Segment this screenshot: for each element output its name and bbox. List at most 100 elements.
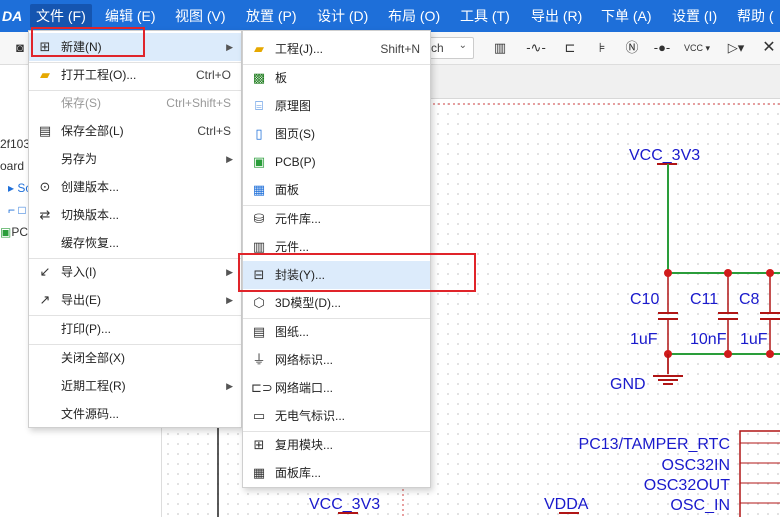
panel-library-icon: ▦ — [252, 465, 266, 480]
menu-export[interactable]: 导出 (R) — [525, 0, 588, 32]
tree-item-board[interactable]: oard — [0, 159, 24, 173]
c10-value: 1uF — [630, 331, 658, 348]
menu-view[interactable]: 视图 (V) — [169, 0, 232, 32]
menu-tools[interactable]: 工具 (T) — [454, 0, 516, 32]
new-net-port[interactable]: ⊏⊃ 网络端口... — [243, 374, 430, 402]
c8-label: C8 — [739, 291, 760, 308]
folder-icon: ▰ — [40, 67, 50, 82]
menu-item-label: 近期工程(R) — [61, 379, 126, 393]
file-menu-switch-version[interactable]: ⇄ 切换版本... — [29, 201, 241, 229]
component-tool-icon[interactable]: ▥ — [490, 38, 510, 58]
junction-tool-icon[interactable]: -●- — [652, 38, 672, 58]
file-menu-recent[interactable]: 近期工程(R) ▶ — [29, 372, 241, 400]
junction-dot — [724, 350, 732, 358]
menu-layout[interactable]: 布局 (O) — [382, 0, 446, 32]
c11-value: 10nF — [690, 331, 727, 348]
junction-dot — [766, 350, 774, 358]
port-tool-icon[interactable]: ▷▾ — [722, 38, 750, 58]
new-pcb[interactable]: ▣ PCB(P) — [243, 148, 430, 176]
file-menu-print[interactable]: 打印(P)... — [29, 315, 241, 343]
board-icon: ▩ — [252, 70, 266, 85]
menu-item-label: 原理图 — [275, 99, 312, 113]
submenu-arrow-icon: ▶ — [226, 295, 233, 305]
menu-item-label: 导出(E) — [61, 293, 101, 307]
submenu-arrow-icon: ▶ — [226, 381, 233, 391]
netlabel-tool-icon[interactable]: Ⓝ — [622, 38, 642, 58]
new-reuse-block[interactable]: ⊞ 复用模块... — [243, 431, 430, 459]
menu-item-label: PCB(P) — [275, 155, 316, 169]
menu-item-shortcut: Ctrl+Shift+S — [166, 96, 231, 110]
new-non-electrical[interactable]: ▭ 无电气标识... — [243, 402, 430, 430]
gnd-label: GND — [610, 376, 646, 393]
version-icon: ⊙ — [39, 179, 51, 194]
menu-file[interactable]: 文件 (F) — [30, 4, 92, 28]
junction-dot — [724, 269, 732, 277]
new-panel-library[interactable]: ▦ 面板库... — [243, 459, 430, 487]
tree-item-pcb[interactable]: ▣PC — [0, 225, 28, 239]
menu-item-label: 工程(J)... — [275, 42, 323, 56]
tree-item-project[interactable]: 2f103 — [0, 137, 30, 151]
menu-item-label: 板 — [275, 71, 288, 85]
file-menu-import[interactable]: ↙ 导入(I) ▶ — [29, 258, 241, 286]
new-library[interactable]: ⛁ 元件库... — [243, 205, 430, 233]
menu-help[interactable]: 帮助 ( — [731, 0, 780, 32]
new-net-label[interactable]: ⏚ 网络标识... — [243, 346, 430, 374]
library-icon: ⛁ — [253, 211, 265, 226]
menu-order[interactable]: 下单 (A) — [595, 0, 658, 32]
reuse-block-icon: ⊞ — [253, 437, 265, 452]
close-icon[interactable]: ✕ — [760, 38, 778, 58]
vdda-label: VDDA — [544, 496, 589, 513]
resistor-tool-icon[interactable]: -∿- — [522, 38, 550, 58]
panel-icon: ▦ — [252, 182, 266, 197]
highlight-new — [31, 27, 145, 57]
menu-item-label: 面板 — [275, 183, 300, 197]
menu-design[interactable]: 设计 (D) — [311, 0, 374, 32]
file-menu-cache-restore[interactable]: 缓存恢复... — [29, 229, 241, 257]
menu-item-label: 打印(P)... — [61, 322, 111, 336]
menu-item-label: 另存为 — [61, 152, 98, 166]
ic-pin-label: OSC32IN — [662, 457, 730, 474]
schematic-icon: ⌸ — [255, 98, 263, 113]
new-board[interactable]: ▩ 板 — [243, 64, 430, 92]
new-drawing[interactable]: ▤ 图纸... — [243, 318, 430, 346]
junction-dot — [766, 269, 774, 277]
menu-item-label: 切换版本... — [61, 208, 120, 222]
3d-model-icon: ⬡ — [253, 295, 265, 310]
vcc-tool-icon[interactable]: VCC ▾ — [682, 38, 712, 58]
new-3d-model[interactable]: ⬡ 3D模型(D)... — [243, 289, 430, 317]
menu-item-shortcut: Ctrl+S — [197, 124, 231, 138]
file-menu-create-version[interactable]: ⊙ 创建版本... — [29, 173, 241, 201]
pcb-icon: ▣ — [252, 154, 266, 169]
new-panel[interactable]: ▦ 面板 — [243, 176, 430, 204]
c11-label: C11 — [690, 291, 718, 308]
file-menu-save[interactable]: 保存(S) Ctrl+Shift+S — [29, 89, 241, 117]
export-icon: ↗ — [39, 292, 51, 307]
file-menu: ⊞ 新建(N) ▶ ▰ 打开工程(O)... Ctrl+O 保存(S) Ctrl… — [28, 30, 242, 428]
ic-pin-label: OSC32OUT — [644, 477, 730, 494]
new-project[interactable]: ▰ 工程(J)... Shift+N — [243, 35, 430, 63]
menu-item-label: 图页(S) — [275, 127, 315, 141]
new-schematic[interactable]: ⌸ 原理图 — [243, 92, 430, 120]
menu-item-shortcut: Ctrl+O — [195, 68, 231, 82]
file-menu-source[interactable]: 文件源码... — [29, 400, 241, 428]
file-menu-save-as[interactable]: 另存为 ▶ — [29, 145, 241, 173]
file-menu-open[interactable]: ▰ 打开工程(O)... Ctrl+O — [29, 61, 241, 89]
menu-item-label: 创建版本... — [61, 180, 120, 194]
bus-tool-icon[interactable]: ⊧ — [592, 38, 612, 58]
menu-item-shortcut: Shift+N — [380, 42, 420, 56]
menu-item-label: 网络标识... — [275, 353, 334, 367]
wire-tool-icon[interactable]: ⊏ — [560, 38, 580, 58]
file-menu-save-all[interactable]: ▤ 保存全部(L) Ctrl+S — [29, 117, 241, 145]
menu-place[interactable]: 放置 (P) — [240, 0, 303, 32]
menu-settings[interactable]: 设置 (I) — [666, 0, 723, 32]
menu-item-label: 网络端口... — [275, 381, 334, 395]
search-dropdown-text: ch — [431, 41, 444, 55]
camera-icon[interactable]: ◙ — [10, 38, 30, 58]
file-menu-close-all[interactable]: 关闭全部(X) — [29, 344, 241, 372]
file-menu-export[interactable]: ↗ 导出(E) ▶ — [29, 286, 241, 314]
pcb-icon: ▣ — [0, 225, 12, 239]
page-icon[interactable]: ⌐ □ — [8, 203, 26, 217]
import-icon: ↙ — [39, 264, 51, 279]
new-page[interactable]: ▯ 图页(S) — [243, 120, 430, 148]
net-port-icon: ⊏⊃ — [251, 380, 273, 395]
